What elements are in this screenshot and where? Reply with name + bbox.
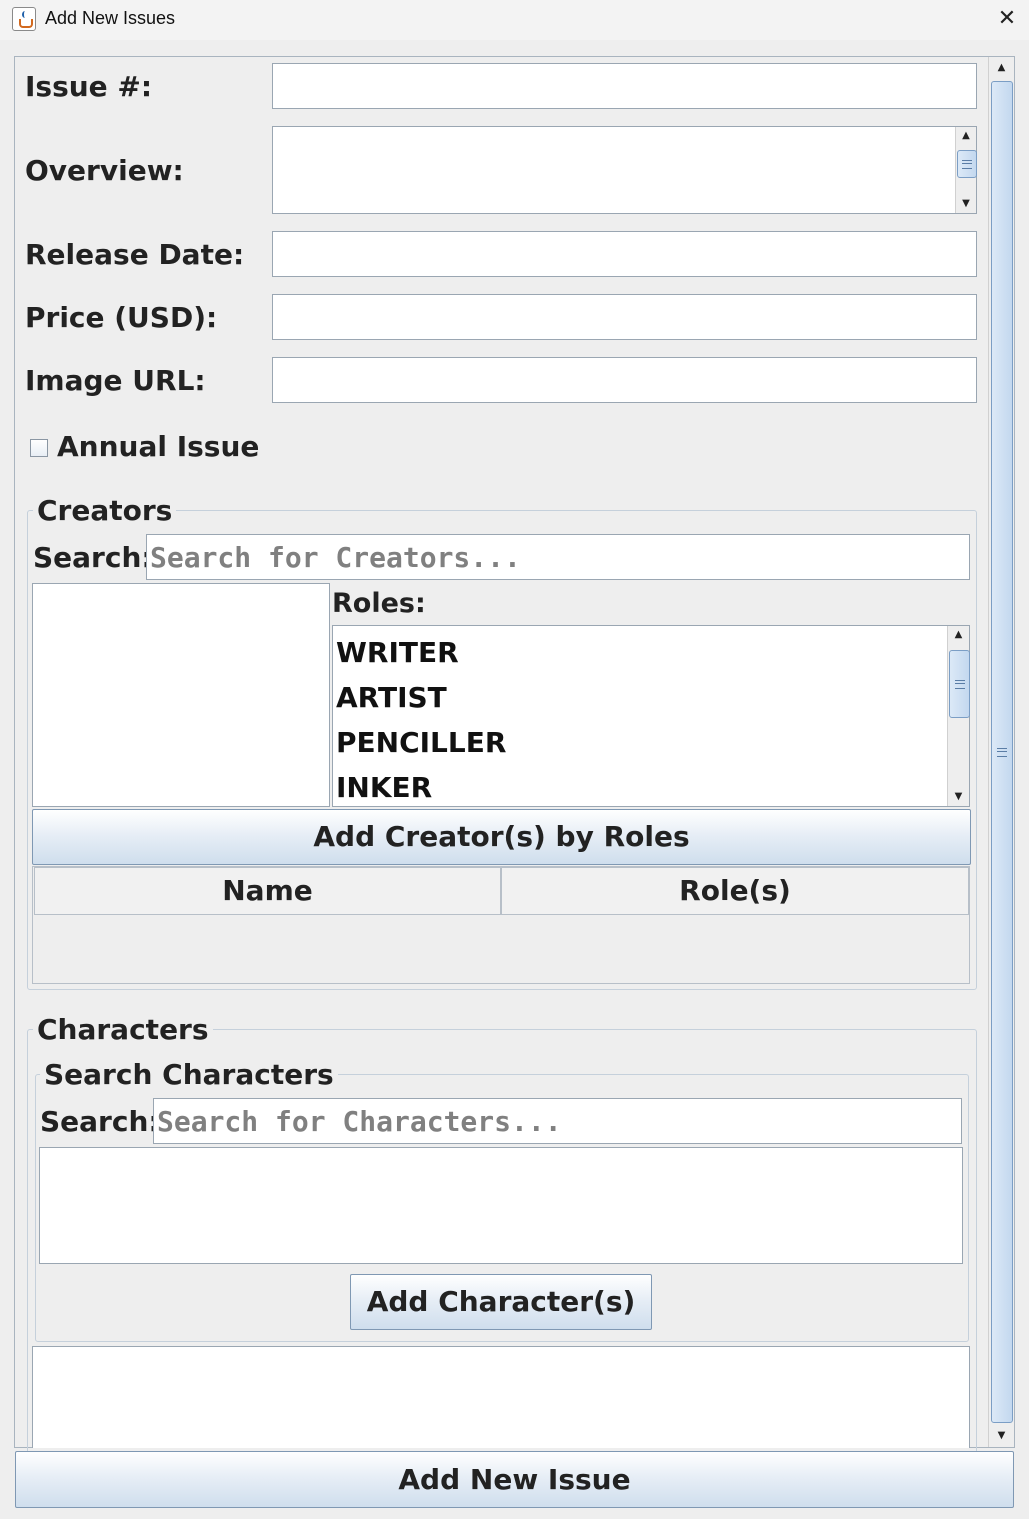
release-date-input[interactable]	[272, 231, 977, 277]
scroll-down-icon[interactable]: ▼	[956, 195, 976, 213]
image-url-label: Image URL:	[25, 364, 206, 397]
role-item-artist[interactable]: ARTIST	[333, 675, 945, 720]
characters-search-input[interactable]: Search for Characters...	[153, 1098, 962, 1144]
table-header-roles[interactable]: Role(s)	[501, 867, 969, 915]
java-app-icon	[12, 7, 36, 31]
table-header-name[interactable]: Name	[34, 867, 501, 915]
close-icon[interactable]: ✕	[985, 0, 1029, 40]
role-item-inker[interactable]: INKER	[333, 765, 945, 806]
creators-search-placeholder: Search for Creators...	[150, 541, 521, 574]
overview-label: Overview:	[25, 154, 184, 187]
creators-search-label: Search:	[33, 541, 153, 574]
add-characters-button[interactable]: Add Character(s)	[350, 1274, 652, 1330]
creators-results-list[interactable]	[32, 583, 330, 807]
main-scrollbar[interactable]: ▲ ▼	[988, 57, 1014, 1447]
add-creators-button[interactable]: Add Creator(s) by Roles	[32, 809, 971, 865]
overview-scrollbar[interactable]: ▲ ▼	[955, 127, 977, 213]
roles-scrollbar[interactable]: ▲ ▼	[947, 626, 970, 806]
scroll-down-icon[interactable]: ▼	[989, 1427, 1014, 1445]
selected-characters-list[interactable]	[32, 1346, 970, 1448]
price-label: Price (USD):	[25, 301, 218, 334]
annual-issue-checkbox[interactable]	[30, 439, 48, 457]
release-date-label: Release Date:	[25, 238, 245, 271]
search-characters-title: Search Characters	[40, 1058, 338, 1091]
role-item-writer[interactable]: WRITER	[333, 630, 945, 675]
characters-results-list[interactable]	[39, 1147, 963, 1264]
issue-number-input[interactable]	[272, 63, 977, 109]
annual-issue-label: Annual Issue	[57, 430, 260, 463]
image-url-input[interactable]	[272, 357, 977, 403]
roles-label: Roles:	[332, 588, 426, 619]
scroll-thumb[interactable]	[957, 150, 977, 178]
scroll-up-icon[interactable]: ▲	[989, 59, 1014, 77]
characters-search-placeholder: Search for Characters...	[157, 1105, 562, 1138]
scroll-up-icon[interactable]: ▲	[956, 127, 976, 145]
characters-search-label: Search:	[40, 1105, 160, 1138]
scroll-thumb[interactable]	[949, 650, 970, 718]
issue-number-label: Issue #:	[25, 70, 153, 103]
price-input[interactable]	[272, 294, 977, 340]
roles-list[interactable]: WRITER ARTIST PENCILLER INKER	[332, 625, 970, 807]
overview-textarea[interactable]	[272, 126, 977, 214]
creators-title: Creators	[33, 494, 177, 527]
characters-title: Characters	[33, 1013, 213, 1046]
scroll-thumb[interactable]	[991, 81, 1013, 1423]
window-title: Add New Issues	[45, 8, 176, 28]
scroll-down-icon[interactable]: ▼	[948, 788, 969, 806]
scroll-up-icon[interactable]: ▲	[948, 626, 969, 644]
add-new-issue-button[interactable]: Add New Issue	[15, 1451, 1014, 1508]
creators-search-input[interactable]: Search for Creators...	[146, 534, 970, 580]
role-item-penciller[interactable]: PENCILLER	[333, 720, 945, 765]
